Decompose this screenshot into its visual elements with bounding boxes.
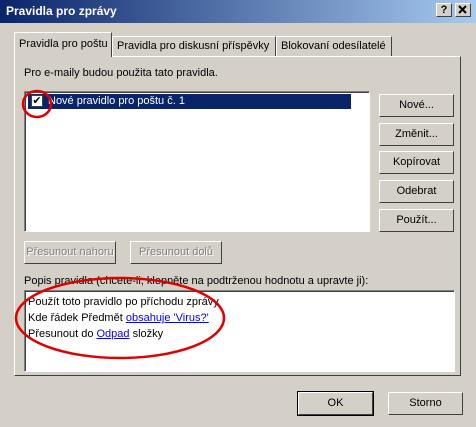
- apply-rule-button[interactable]: Použít...: [379, 209, 454, 232]
- tab-news-rules[interactable]: Pravidla pro diskusní příspěvky: [112, 36, 276, 56]
- description-line-1: Použít toto pravidlo po příchodu zprávy: [28, 296, 219, 308]
- action-text: Přesunout do: [28, 328, 94, 340]
- condition-value-link[interactable]: obsahuje 'Virus?': [126, 312, 209, 324]
- modify-rule-button[interactable]: Změnit...: [379, 123, 454, 146]
- copy-rule-button[interactable]: Kopírovat: [379, 151, 454, 174]
- ok-button[interactable]: OK: [297, 391, 374, 416]
- close-icon: [458, 5, 467, 14]
- rule-checkbox[interactable]: ✔: [31, 95, 43, 107]
- title-bar[interactable]: Pravidla pro zprávy ?: [0, 0, 476, 23]
- folder-link[interactable]: Odpad: [97, 328, 130, 340]
- list-item[interactable]: ✔ Nové pravidlo pro poštu č. 1: [28, 94, 351, 109]
- move-up-button[interactable]: Přesunout nahoru: [24, 241, 116, 264]
- tab-blocked-senders[interactable]: Blokovaní odesílatelé: [276, 36, 392, 56]
- rules-list[interactable]: ✔ Nové pravidlo pro poštu č. 1: [24, 91, 370, 232]
- tab-mail-rules[interactable]: Pravidla pro poštu: [14, 32, 112, 57]
- condition-text: Kde řádek Předmět: [28, 312, 123, 324]
- close-button[interactable]: [455, 3, 471, 17]
- window-title: Pravidla pro zprávy: [6, 4, 117, 18]
- description-label: Popis pravidla (chcete-li, klepněte na p…: [24, 275, 369, 287]
- remove-rule-button[interactable]: Odebrat: [379, 180, 454, 203]
- rules-intro: Pro e-maily budou použita tato pravidla.: [24, 67, 218, 79]
- move-down-button[interactable]: Přesunout dolů: [130, 241, 222, 264]
- description-line-2: Kde řádek Předmět obsahuje 'Virus?': [28, 312, 209, 324]
- rule-description-box: Použít toto pravidlo po příchodu zprávy …: [24, 290, 455, 372]
- description-line-3: Přesunout do Odpad složky: [28, 328, 163, 340]
- rule-name: Nové pravidlo pro poštu č. 1: [48, 95, 185, 107]
- action-suffix: složky: [132, 328, 164, 340]
- help-button[interactable]: ?: [436, 3, 452, 17]
- new-rule-button[interactable]: Nové...: [379, 94, 454, 117]
- cancel-button[interactable]: Storno: [388, 392, 463, 415]
